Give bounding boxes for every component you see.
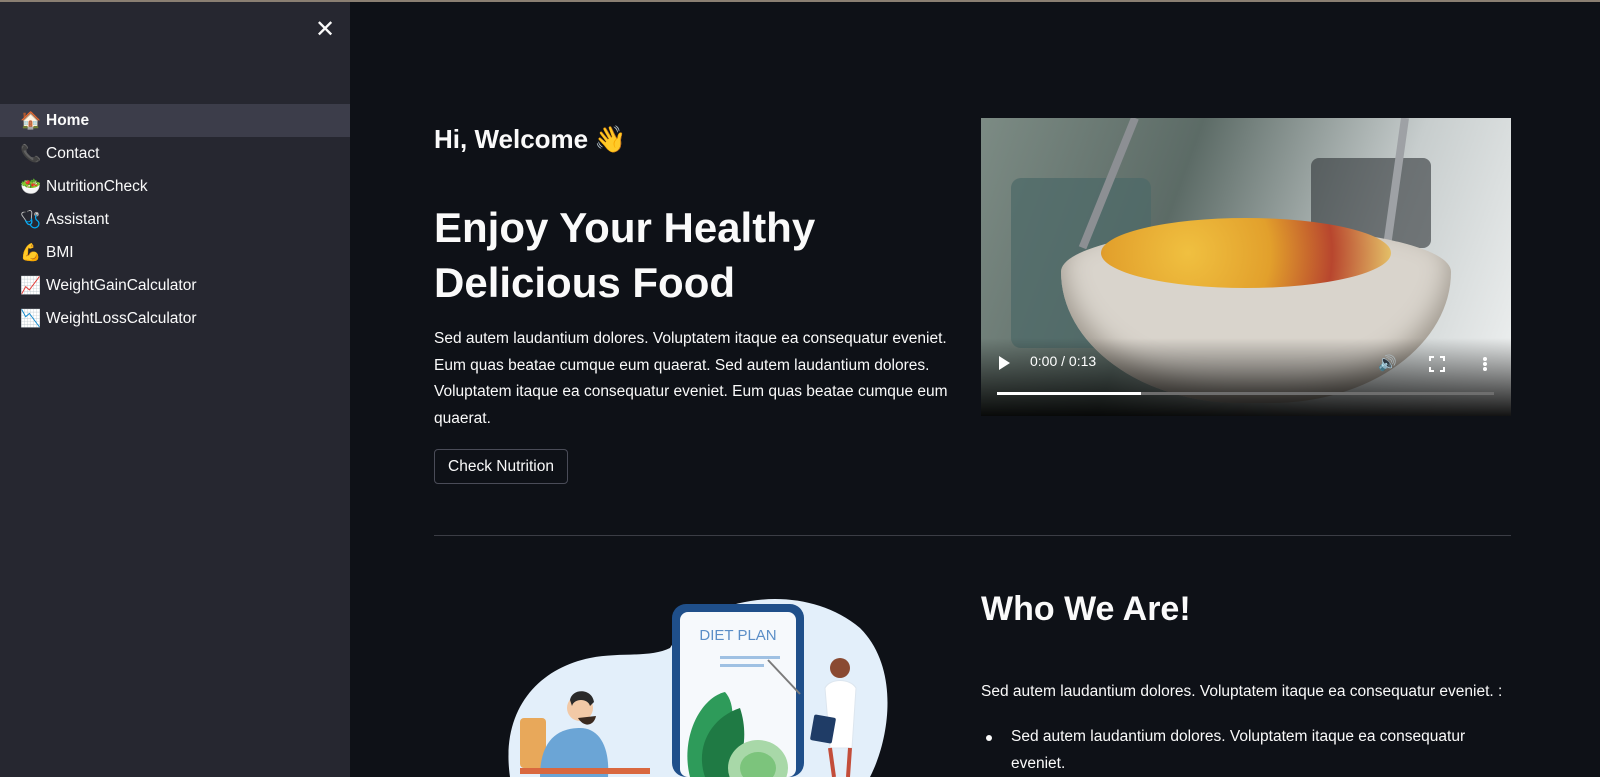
video-progress-fill: [997, 392, 1142, 395]
sidebar-item-bmi[interactable]: 💪 BMI: [0, 236, 350, 269]
section-divider: [434, 535, 1511, 536]
sidebar-item-weightgaincalculator[interactable]: 📈 WeightGainCalculator: [0, 269, 350, 302]
video-fruit-salad: [1101, 218, 1391, 288]
video-time: 0:00 / 0:13: [1030, 353, 1097, 369]
sidebar: ✕ 🏠 Home 📞 Contact 🥗 NutritionCheck 🩺 As…: [0, 2, 350, 777]
play-icon[interactable]: [999, 356, 1010, 370]
hero-description: Sed autem laudantium dolores. Voluptatem…: [434, 330, 948, 427]
stethoscope-icon: 🩺: [20, 209, 42, 230]
volume-icon[interactable]: 🔊: [1378, 354, 1398, 374]
video-player[interactable]: 0:00 / 0:13 🔊: [981, 118, 1511, 416]
chart-decreasing-icon: 📉: [20, 308, 42, 329]
sidebar-item-label: BMI: [46, 243, 74, 261]
list-item: Sed autem laudantium dolores. Voluptatem…: [981, 724, 1501, 777]
welcome-text: Hi, Welcome: [434, 124, 589, 154]
sidebar-item-weightlosscalculator[interactable]: 📉 WeightLossCalculator: [0, 302, 350, 335]
check-nutrition-button[interactable]: Check Nutrition: [434, 449, 568, 484]
sidebar-item-label: NutritionCheck: [46, 177, 148, 195]
sidebar-item-label: Home: [46, 111, 90, 129]
video-controls-overlay: [981, 338, 1511, 416]
flexed-biceps-icon: 💪: [20, 242, 42, 263]
sidebar-item-label: Assistant: [46, 210, 109, 228]
list-item-text: Sed autem laudantium dolores. Voluptatem…: [1011, 728, 1466, 772]
phone-icon: 📞: [20, 143, 42, 164]
nutrition-icon: 🥗: [20, 176, 42, 197]
sidebar-item-label: WeightLossCalculator: [46, 309, 197, 327]
close-icon[interactable]: ✕: [314, 17, 336, 41]
diet-plan-illustration: DIET PLAN: [500, 588, 900, 777]
diet-plan-label: DIET PLAN: [699, 627, 776, 644]
welcome-heading: Hi, Welcome 👋: [434, 124, 627, 155]
house-icon: 🏠: [20, 110, 42, 131]
about-list: Sed autem laudantium dolores. Voluptatem…: [981, 724, 1501, 777]
fullscreen-icon[interactable]: [1427, 354, 1447, 374]
sidebar-item-label: Contact: [46, 144, 100, 162]
more-options-icon[interactable]: [1479, 354, 1491, 374]
section-title: Who We Are!: [981, 590, 1191, 628]
sidebar-item-label: WeightGainCalculator: [46, 276, 197, 294]
sidebar-item-contact[interactable]: 📞 Contact: [0, 137, 350, 170]
about-intro: Sed autem laudantium dolores. Voluptatem…: [981, 683, 1503, 700]
sidebar-item-assistant[interactable]: 🩺 Assistant: [0, 203, 350, 236]
chart-increasing-icon: 📈: [20, 275, 42, 296]
sidebar-item-home[interactable]: 🏠 Home: [0, 104, 350, 137]
sidebar-item-nutritioncheck[interactable]: 🥗 NutritionCheck: [0, 170, 350, 203]
video-progress-bar[interactable]: [997, 392, 1494, 395]
waving-hand-icon: 👋: [594, 125, 627, 155]
page-title: Enjoy Your Healthy Delicious Food: [434, 204, 816, 306]
sidebar-nav: 🏠 Home 📞 Contact 🥗 NutritionCheck 🩺 Assi…: [0, 104, 350, 335]
bullet-icon: [986, 735, 992, 741]
